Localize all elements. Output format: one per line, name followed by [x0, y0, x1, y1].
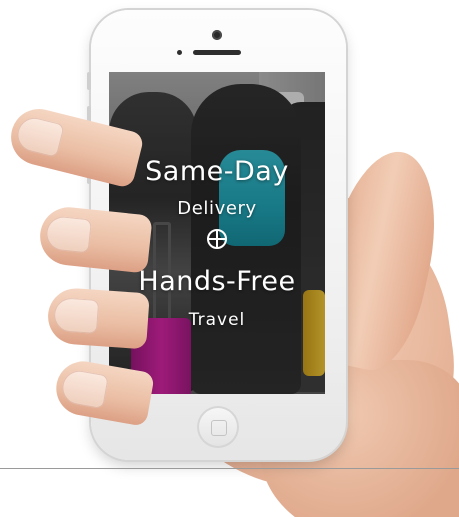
front-camera-icon: [212, 30, 222, 40]
fingernail: [52, 296, 100, 334]
proximity-sensor: [177, 50, 182, 55]
ring-finger: [46, 286, 150, 350]
circle-cross-icon: [207, 229, 227, 249]
promo-image: Same-Day Delivery Hands-Free Travel: [0, 0, 459, 517]
fingernail: [13, 114, 65, 158]
middle-finger: [37, 204, 153, 274]
fingernail: [59, 368, 109, 410]
home-square-icon: [211, 420, 227, 436]
fingernail: [44, 214, 93, 254]
mute-switch: [87, 72, 91, 90]
divider-line: [0, 468, 459, 469]
home-button[interactable]: [197, 406, 239, 448]
earpiece-speaker: [193, 50, 241, 55]
headline-same-day: Same-Day: [145, 156, 289, 187]
